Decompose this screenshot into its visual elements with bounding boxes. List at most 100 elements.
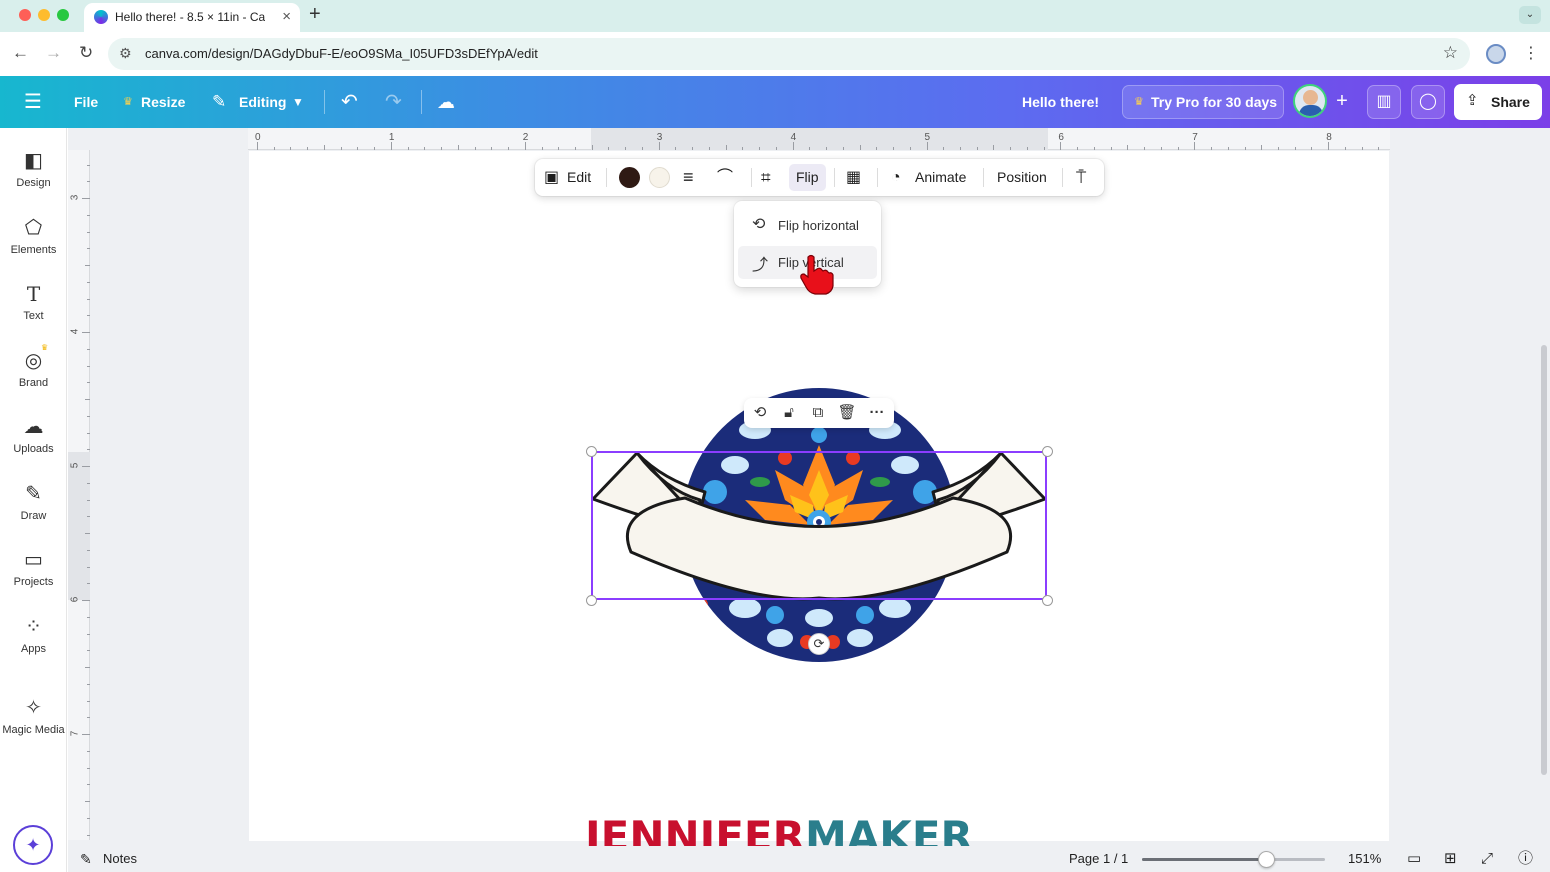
ruler-tick (87, 298, 90, 300)
flip-button-label: Flip (796, 169, 819, 185)
browser-profile-avatar[interactable] (1486, 44, 1506, 64)
undo-icon[interactable]: ↶ (341, 76, 358, 128)
sidebar-item-elements[interactable]: ⬠ Elements (0, 213, 67, 273)
animate-button[interactable]: Animate (915, 159, 966, 196)
ruler-tick (1294, 147, 1296, 150)
selection-box[interactable] (591, 451, 1047, 600)
delete-trash-icon[interactable]: 🗑︎ (834, 398, 860, 428)
toolbar-divider (606, 168, 607, 187)
invite-plus-button[interactable]: + (1329, 88, 1355, 114)
edit-button[interactable]: Edit (567, 159, 591, 196)
main-menu-icon[interactable]: ☰ (24, 76, 42, 128)
new-tab-button[interactable]: + (309, 3, 321, 26)
tab-search-button[interactable]: ⌄ (1519, 6, 1541, 24)
resize-button[interactable]: Resize (141, 76, 185, 128)
fullscreen-icon[interactable]: ⤢ (1481, 846, 1493, 872)
duplicate-icon[interactable]: ⧉ (805, 398, 831, 428)
forward-button[interactable]: → (45, 43, 62, 63)
flip-vertical-icon: ⤴ (752, 257, 769, 274)
site-settings-icon[interactable]: ⚙ (119, 45, 132, 62)
sidebar-item-label: Apps (20, 643, 47, 655)
sidebar-item-apps[interactable]: ⁘ Apps (0, 612, 67, 672)
sidebar-item-design[interactable]: ◧ Design (0, 146, 67, 206)
flip-horizontal-option[interactable]: ⟲ Flip horizontal (738, 209, 877, 242)
ruler-tick (87, 231, 90, 233)
ruler-tick (1311, 147, 1313, 150)
sidebar-item-label: Magic Media (2, 724, 65, 736)
toolbar-divider (877, 168, 878, 187)
ruler-tick (1026, 147, 1028, 150)
browser-tab[interactable]: Hello there! - 8.5 × 11in - Canva × (84, 3, 300, 32)
window-minimize-button[interactable] (38, 9, 50, 21)
color-swatch-cream[interactable] (649, 167, 670, 188)
reload-button[interactable]: ↻ (79, 43, 93, 63)
lock-icon[interactable]: 🔓︎ (776, 398, 802, 428)
resize-handle-bottom-right[interactable] (1042, 595, 1053, 606)
ruler-tick (87, 583, 90, 585)
user-avatar[interactable] (1293, 84, 1327, 118)
bookmark-star-icon[interactable]: ☆ (1443, 43, 1458, 63)
ruler-tick (742, 147, 744, 150)
position-button[interactable]: Position (997, 159, 1047, 196)
insights-chart-icon[interactable]: ▥ (1367, 85, 1401, 119)
zoom-percentage[interactable]: 151% (1348, 846, 1381, 872)
ruler-number: 5 (69, 462, 81, 469)
border-style-icon[interactable]: ≡ (683, 159, 694, 196)
draw-icon: ✎ (25, 483, 42, 505)
browser-menu-icon[interactable]: ⋮ (1523, 43, 1539, 63)
transparency-icon[interactable]: ▦ (846, 159, 861, 196)
grid-view-icon[interactable]: ⊞ (1444, 846, 1457, 872)
editing-mode-button[interactable]: Editing (239, 76, 286, 128)
cloud-saved-icon[interactable]: ☁ (437, 76, 455, 128)
rotate-handle-icon[interactable]: ⟳ (808, 633, 830, 655)
notes-icon[interactable]: ✎ (80, 846, 92, 872)
edit-image-icon[interactable]: ▣ (544, 159, 559, 196)
canva-assistant-button[interactable]: ✦ (13, 825, 53, 865)
ruler-tick (87, 365, 90, 367)
ruler-tick (87, 633, 90, 635)
ruler-tick (926, 142, 928, 150)
help-icon[interactable]: ⓘ (1518, 846, 1533, 872)
back-button[interactable]: ← (12, 43, 29, 63)
file-menu-button[interactable]: File (74, 76, 98, 128)
magic-media-icon: ✧ (25, 697, 42, 719)
sidebar-item-projects[interactable]: ▭ Projects (0, 545, 67, 605)
resize-handle-top-right[interactable] (1042, 446, 1053, 457)
window-close-button[interactable] (19, 9, 31, 21)
sidebar-item-label: Projects (13, 576, 54, 588)
sidebar-item-draw[interactable]: ✎ Draw (0, 479, 67, 539)
flip-button[interactable]: Flip (789, 164, 826, 191)
resize-handle-top-left[interactable] (586, 446, 597, 457)
more-options-icon[interactable]: ··· (864, 398, 890, 428)
crop-icon[interactable]: ⌗ (761, 159, 771, 196)
page-indicator[interactable]: Page 1 / 1 (1069, 846, 1128, 872)
comment-add-icon[interactable]: ⟲ (747, 398, 773, 428)
design-title[interactable]: Hello there! (1022, 76, 1099, 128)
sidebar-item-text[interactable]: T Text (0, 279, 67, 339)
page-view-icon[interactable]: ▭ (1407, 846, 1421, 872)
ruler-tick (87, 449, 90, 451)
sidebar-item-label: Brand (18, 377, 49, 389)
sidebar-item-magic-media[interactable]: ✧ Magic Media (0, 693, 67, 753)
sidebar-item-brand[interactable]: ◎ Brand (0, 346, 67, 406)
vertical-scrollbar[interactable] (1541, 345, 1547, 775)
corner-rounding-icon[interactable]: ⌒ (717, 159, 733, 196)
copy-style-paint-roller-icon[interactable]: ⍑ (1076, 159, 1086, 196)
sidebar-item-uploads[interactable]: ☁ Uploads (0, 412, 67, 472)
chevron-down-icon[interactable]: ▼ (292, 76, 304, 128)
animate-icon[interactable]: ◔ (891, 159, 901, 196)
color-swatch-dark-brown[interactable] (619, 167, 640, 188)
notes-button[interactable]: Notes (103, 846, 137, 872)
try-pro-button[interactable]: ♛ Try Pro for 30 days (1122, 85, 1284, 119)
flip-horizontal-icon: ⟲ (752, 216, 766, 233)
redo-icon[interactable]: ↷ (385, 76, 402, 128)
share-button[interactable]: ⇪ Share (1454, 84, 1542, 120)
comments-icon[interactable]: ◯ (1411, 85, 1445, 119)
ruler-tick (976, 147, 978, 150)
ruler-tick (82, 466, 90, 467)
ruler-tick (85, 667, 90, 668)
window-maximize-button[interactable] (57, 9, 69, 21)
close-tab-icon[interactable]: × (282, 8, 291, 25)
resize-handle-bottom-left[interactable] (586, 595, 597, 606)
url-field[interactable]: ⚙ canva.com/design/DAGdyDbuF-E/eoO9SMa_I… (108, 38, 1470, 70)
